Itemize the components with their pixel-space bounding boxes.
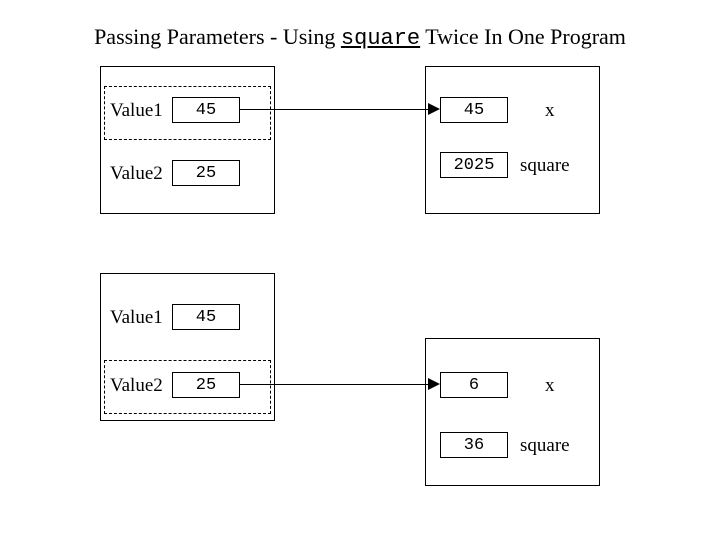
callee-frame-top [425,66,600,214]
label-x-top: x [545,100,555,122]
label-value2-top: Value2 [110,163,163,185]
title-suffix: Twice In One Program [420,24,626,49]
diagram-title: Passing Parameters - Using square Twice … [0,24,720,51]
label-value2-bottom: Value2 [110,375,163,397]
label-square-bottom: square [520,435,570,457]
title-mono: square [341,26,420,51]
cell-value1-top: 45 [172,97,240,123]
pass-arrow-top-line [240,109,430,110]
pass-arrow-top-head [428,103,440,115]
title-prefix: Passing Parameters - Using [94,24,341,49]
cell-x-bottom: 6 [440,372,508,398]
cell-square-bottom: 36 [440,432,508,458]
cell-square-top: 2025 [440,152,508,178]
label-x-bottom: x [545,375,555,397]
pass-arrow-bottom-line [240,384,430,385]
callee-frame-bottom [425,338,600,486]
pass-arrow-bottom-head [428,378,440,390]
label-value1-bottom: Value1 [110,307,163,329]
cell-value2-top: 25 [172,160,240,186]
cell-value1-bottom: 45 [172,304,240,330]
cell-x-top: 45 [440,97,508,123]
label-value1-top: Value1 [110,100,163,122]
label-square-top: square [520,155,570,177]
cell-value2-bottom: 25 [172,372,240,398]
